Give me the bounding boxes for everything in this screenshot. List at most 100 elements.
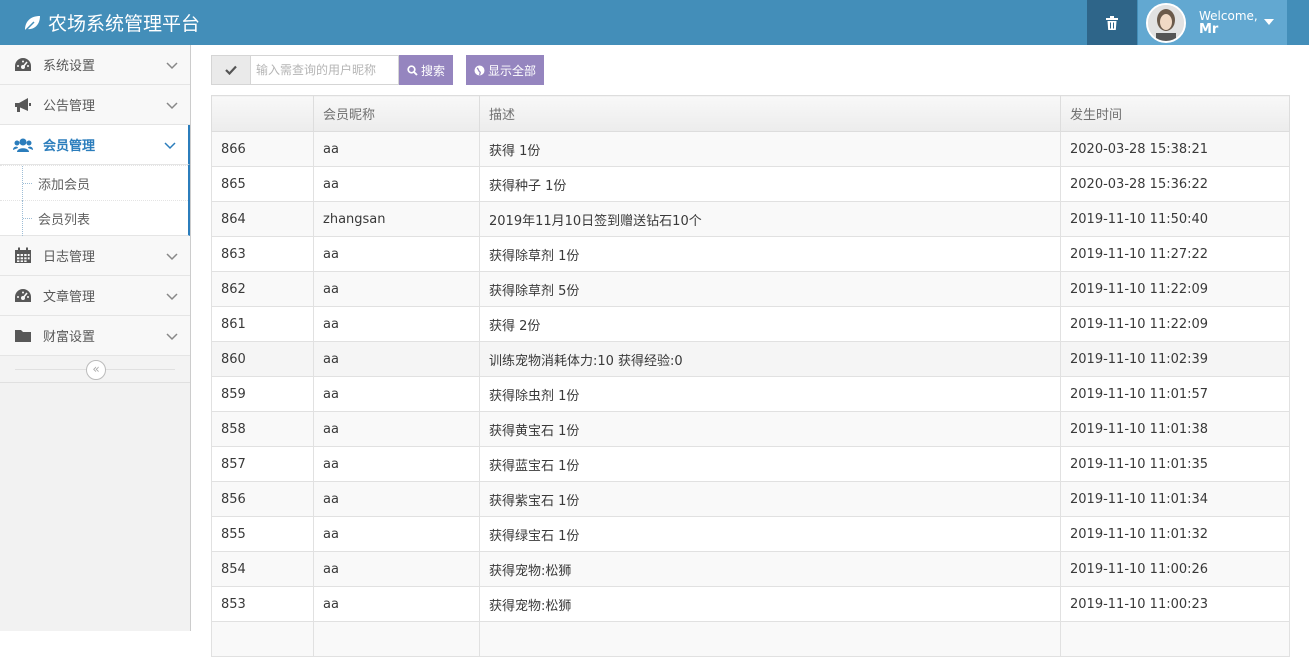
sidebar-item-system-settings[interactable]: 系统设置 (0, 45, 190, 85)
sidebar-item-articles[interactable]: 文章管理 (0, 276, 190, 316)
table-row[interactable]: 859 aa 获得除虫剂 1份 2019-11-10 11:01:57 (211, 376, 1290, 412)
sidebar-item-label: 财富设置 (43, 330, 96, 345)
cell-id: 864 (211, 201, 314, 237)
sidebar-item-label: 系统设置 (43, 59, 96, 74)
cell-nickname: aa (313, 131, 480, 167)
table-row[interactable]: 854 aa 获得宠物:松狮 2019-11-10 11:00:26 (211, 551, 1290, 587)
cell-description: 2019年11月10日签到赠送钻石10个 (479, 201, 1061, 237)
cell-description: 训练宠物消耗体力:10 获得经验:0 (479, 341, 1061, 377)
sidebar-item-wealth-settings[interactable]: 财富设置 (0, 316, 190, 356)
show-all-button[interactable]: 显示全部 (466, 55, 545, 85)
double-chevron-left-icon[interactable]: « (86, 360, 106, 380)
submenu-item-label: 添加会员 (38, 177, 91, 193)
cell-id: 860 (211, 341, 314, 377)
cell-time: 2019-11-10 11:22:09 (1060, 306, 1290, 342)
cell-description: 获得除草剂 5份 (479, 271, 1061, 307)
table-row[interactable]: 863 aa 获得除草剂 1份 2019-11-10 11:27:22 (211, 236, 1290, 272)
sidebar-item-logs[interactable]: 日志管理 (0, 236, 190, 276)
bullhorn-icon (13, 96, 33, 114)
sidebar-item-announcements[interactable]: 公告管理 (0, 85, 190, 125)
submenu-item-member-list[interactable]: 会员列表 (0, 200, 188, 236)
calendar-icon (13, 247, 33, 265)
search-input[interactable] (251, 55, 399, 85)
cell-id: 853 (211, 586, 314, 622)
chevron-down-icon (166, 102, 178, 110)
table-body: 866 aa 获得 1份 2020-03-28 15:38:21 865 aa 获得种子 1… (211, 131, 1290, 657)
leaf-icon (24, 15, 40, 32)
navbar: 农场系统管理平台 Welcome, Mr (0, 0, 1309, 45)
table-row[interactable]: 861 aa 获得 2份 2019-11-10 11:22:09 (211, 306, 1290, 342)
cell-description: 获得紫宝石 1份 (479, 481, 1061, 517)
column-header-time[interactable]: 发生时间 (1060, 95, 1290, 132)
sidebar-item-label: 日志管理 (43, 250, 96, 265)
cell-id: 854 (211, 551, 314, 587)
cell-time: 2020-03-28 15:36:22 (1060, 166, 1290, 202)
table-row[interactable]: 862 aa 获得除草剂 5份 2019-11-10 11:22:09 (211, 271, 1290, 307)
sidebar-item-label: 公告管理 (43, 99, 96, 114)
user-avatar-icon (1148, 4, 1184, 41)
sidebar: 系统设置 公告管理 会员管理 添加会员 会员列表 日志管理 文章管理 财富设置 … (0, 45, 191, 631)
members-submenu: 添加会员 会员列表 (0, 165, 190, 236)
cell-time: 2019-11-10 11:01:32 (1060, 516, 1290, 552)
cell-description: 获得 2份 (479, 306, 1061, 342)
cell-nickname: aa (313, 446, 480, 482)
table-row[interactable]: 860 aa 训练宠物消耗体力:10 获得经验:0 2019-11-10 11:02:… (211, 341, 1290, 377)
cell-id: 858 (211, 411, 314, 447)
cell-nickname: aa (313, 236, 480, 272)
sidebar-item-label: 会员管理 (43, 139, 96, 154)
cell-time: 2019-11-10 11:00:26 (1060, 551, 1290, 587)
cell-time: 2019-11-10 11:02:39 (1060, 341, 1290, 377)
cell-id: 863 (211, 236, 314, 272)
log-table: 会员昵称 描述 发生时间 866 aa 获得 1份 2020-03-28 15:38:… (211, 95, 1290, 657)
table-row[interactable]: 864 zhangsan 2019年11月10日签到赠送钻石10个 2019-11-1… (211, 201, 1290, 237)
sidebar-item-members[interactable]: 会员管理 (0, 125, 190, 165)
table-row[interactable]: 865 aa 获得种子 1份 2020-03-28 15:36:22 (211, 166, 1290, 202)
cell-time: 2019-11-10 11:00:23 (1060, 586, 1290, 622)
chevron-down-icon (166, 333, 178, 341)
column-header-nickname[interactable]: 会员昵称 (313, 95, 480, 132)
cell-id (211, 621, 314, 657)
table-row[interactable]: 855 aa 获得绿宝石 1份 2019-11-10 11:01:32 (211, 516, 1290, 552)
search-button[interactable]: 搜索 (399, 55, 454, 85)
submenu-item-add-member[interactable]: 添加会员 (0, 165, 188, 201)
cell-description: 获得除草剂 1份 (479, 236, 1061, 272)
cell-description: 获得宠物:松狮 (479, 586, 1061, 622)
cell-description: 获得种子 1份 (479, 166, 1061, 202)
cell-id: 865 (211, 166, 314, 202)
table-row[interactable]: 857 aa 获得蓝宝石 1份 2019-11-10 11:01:35 (211, 446, 1290, 482)
user-menu[interactable]: Welcome, Mr (1138, 0, 1287, 45)
column-header-id[interactable] (211, 95, 314, 132)
cell-nickname (313, 621, 480, 657)
brand[interactable]: 农场系统管理平台 (22, 0, 200, 45)
table-row[interactable]: 858 aa 获得黄宝石 1份 2019-11-10 11:01:38 (211, 411, 1290, 447)
cell-description: 获得绿宝石 1份 (479, 516, 1061, 552)
cell-nickname: aa (313, 271, 480, 307)
cell-time: 2019-11-10 11:01:35 (1060, 446, 1290, 482)
trash-button[interactable] (1087, 0, 1137, 45)
table-row[interactable] (211, 621, 1290, 657)
table-row[interactable]: 853 aa 获得宠物:松狮 2019-11-10 11:00:23 (211, 586, 1290, 622)
search-toolbar: 搜索 显示全部 (211, 55, 545, 85)
cell-time: 2019-11-10 11:27:22 (1060, 236, 1290, 272)
cell-nickname: aa (313, 551, 480, 587)
table-header-row: 会员昵称 描述 发生时间 (211, 95, 1290, 132)
user-info: Welcome, Mr (1199, 9, 1258, 37)
cell-id: 856 (211, 481, 314, 517)
column-header-description[interactable]: 描述 (479, 95, 1061, 132)
trash-icon (1106, 15, 1118, 30)
table-row[interactable]: 856 aa 获得紫宝石 1份 2019-11-10 11:01:34 (211, 481, 1290, 517)
check-button[interactable] (211, 55, 251, 85)
search-icon (407, 64, 418, 76)
cell-nickname: aa (313, 166, 480, 202)
cell-id: 857 (211, 446, 314, 482)
cell-description: 获得蓝宝石 1份 (479, 446, 1061, 482)
cell-nickname: aa (313, 341, 480, 377)
cell-description (479, 621, 1061, 657)
cell-description: 获得 1份 (479, 131, 1061, 167)
users-icon (13, 136, 33, 154)
cell-nickname: aa (313, 306, 480, 342)
dashboard-icon (13, 287, 33, 305)
table-row[interactable]: 866 aa 获得 1份 2020-03-28 15:38:21 (211, 131, 1290, 167)
main-content: 搜索 显示全部 会员昵称 描述 发生时间 866aa获得 1份2020-03-2… (191, 45, 1309, 657)
cell-id: 866 (211, 131, 314, 167)
